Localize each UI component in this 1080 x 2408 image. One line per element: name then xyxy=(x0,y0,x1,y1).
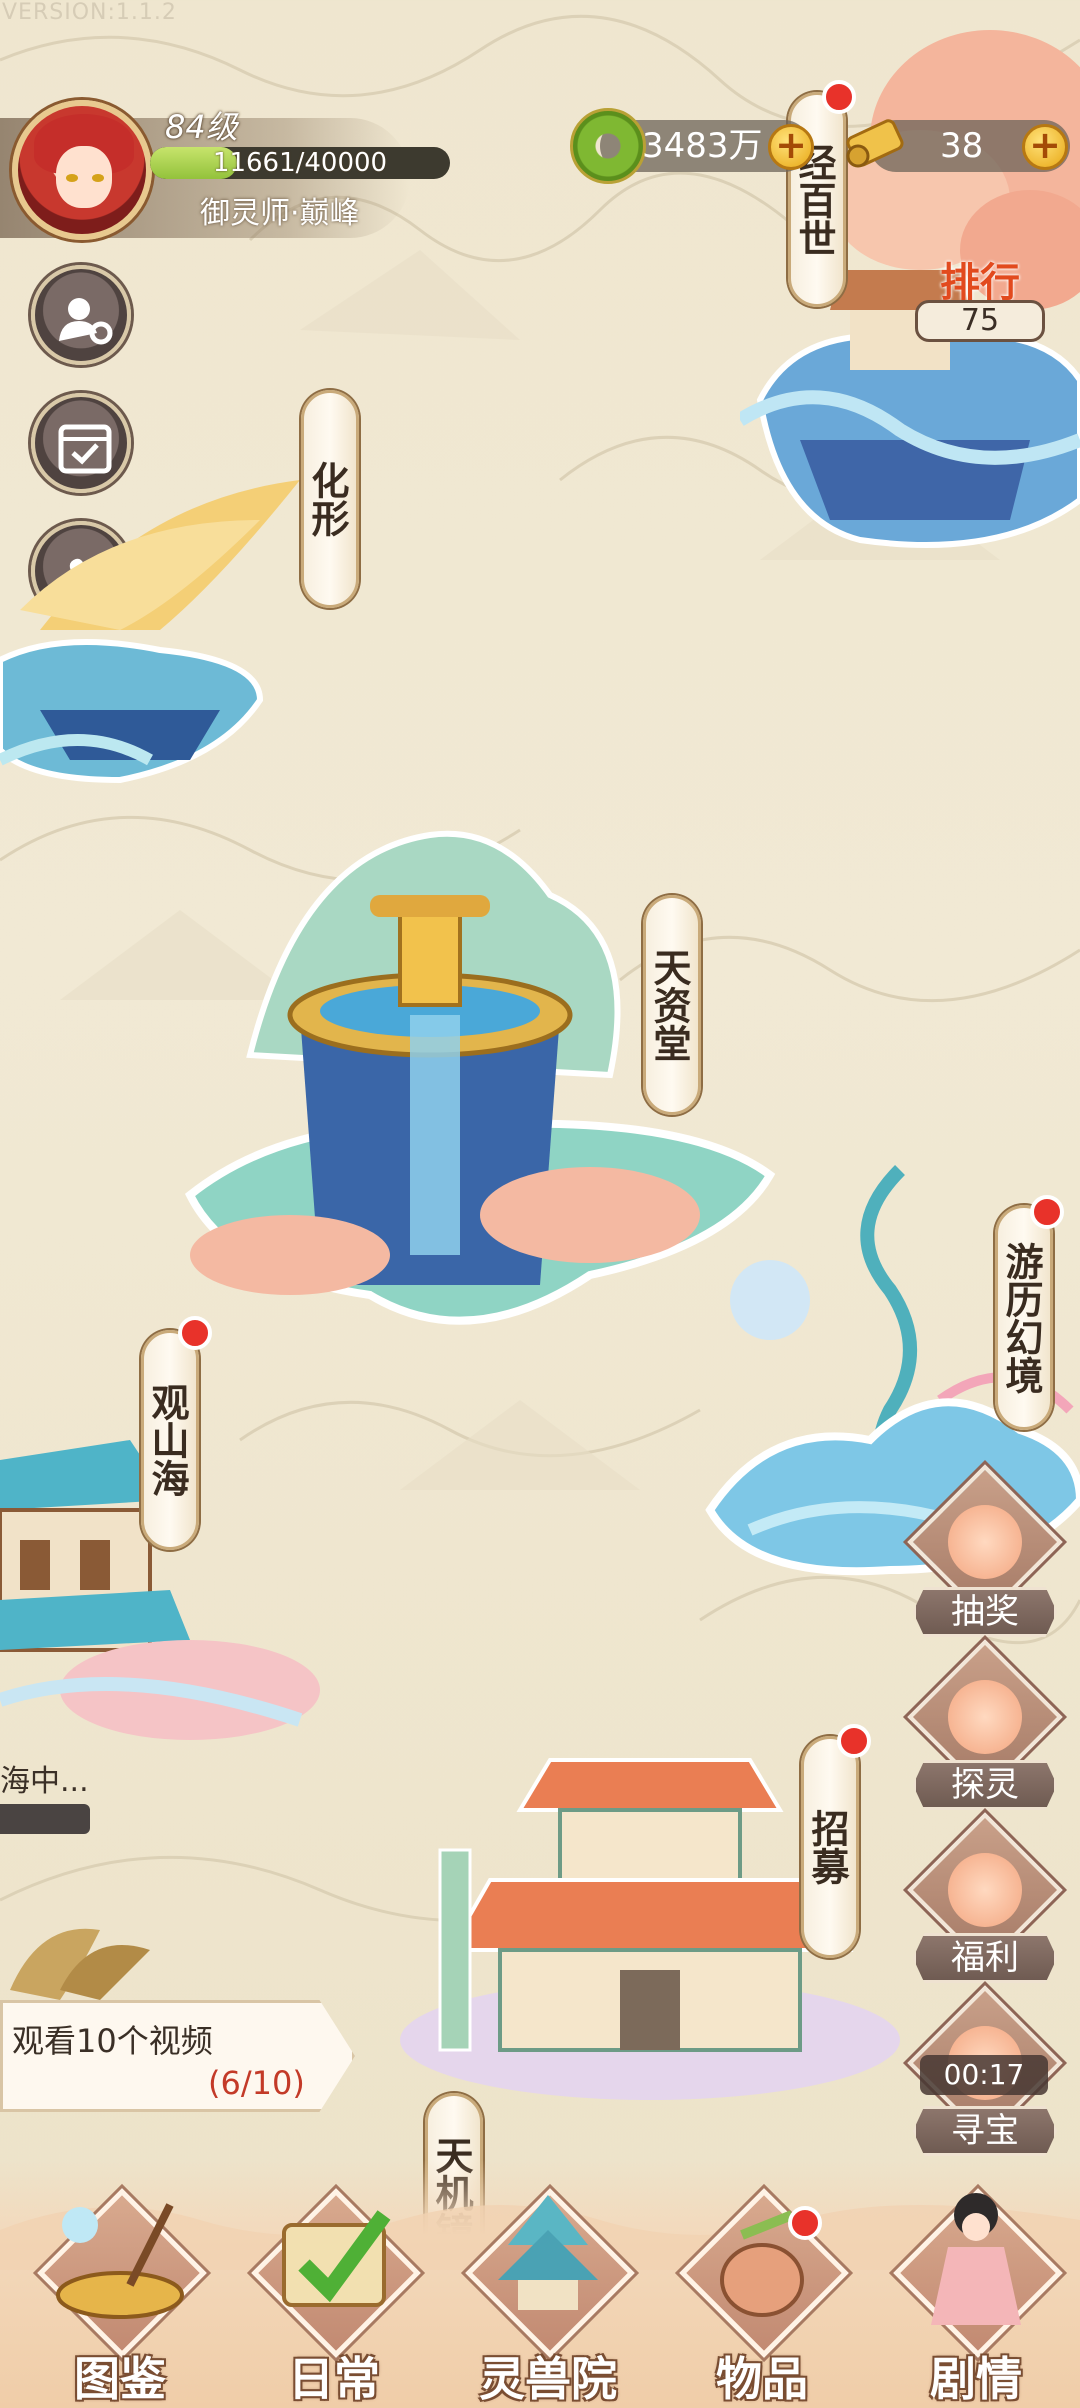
ink-brush-icon xyxy=(56,2203,184,2319)
nav-lingshouyuan[interactable]: 灵兽院 xyxy=(448,2175,648,2406)
label-zhaomu[interactable]: 招募 xyxy=(801,1736,859,1958)
jade-coin-icon xyxy=(570,108,646,184)
left-status-text: 海中... xyxy=(0,1764,89,1799)
jade-amount: 3483万 xyxy=(642,126,763,166)
label-guanshanhai[interactable]: 观山海 xyxy=(141,1330,199,1550)
welfare-label[interactable]: 福利 xyxy=(913,1933,1057,1983)
pagoda-icon xyxy=(498,2195,598,2310)
notification-dot xyxy=(822,80,856,114)
scroll-check-icon xyxy=(282,2210,391,2307)
notification-dot xyxy=(837,1724,871,1758)
treasure-timer: 00:17 xyxy=(920,2055,1048,2095)
nav-label: 剧情 xyxy=(930,2352,1022,2406)
task-progress: (6/10) xyxy=(208,2064,305,2102)
player-avatar[interactable] xyxy=(12,100,152,240)
nav-wupin[interactable]: 物品 xyxy=(662,2175,862,2406)
ranking-value: 75 xyxy=(915,300,1045,342)
fan-decoration xyxy=(10,1928,150,2000)
story-character-icon xyxy=(931,2193,1021,2325)
user-settings-button[interactable] xyxy=(31,265,131,365)
gourd-icon xyxy=(932,1837,1038,1943)
user-settings-icon xyxy=(59,298,113,345)
ranking-label: 排行 xyxy=(940,259,1020,306)
notification-dot xyxy=(788,2206,822,2240)
player-rank-title: 御灵师·巅峰 xyxy=(200,196,360,231)
lottery-label[interactable]: 抽奖 xyxy=(913,1587,1057,1637)
left-status-bar xyxy=(0,1804,90,1834)
add-scroll-button[interactable]: + xyxy=(1022,124,1068,170)
nav-juqing[interactable]: 剧情 xyxy=(876,2175,1076,2406)
nav-label: 图鉴 xyxy=(74,2352,166,2406)
add-jade-button[interactable]: + xyxy=(768,124,814,170)
ranking-badge[interactable]: 排行 xyxy=(920,250,1040,306)
scroll-ticket-icon xyxy=(846,119,904,168)
notification-dot xyxy=(1030,1195,1064,1229)
lottery-wheel-icon xyxy=(932,1489,1038,1595)
huaxing-island[interactable] xyxy=(0,460,300,820)
label-youli[interactable]: 游历幻境 xyxy=(995,1205,1053,1430)
nav-tujian[interactable]: 图鉴 xyxy=(20,2175,220,2406)
explore-label[interactable]: 探灵 xyxy=(913,1760,1057,1810)
xp-text: 11661/40000 xyxy=(212,148,388,178)
version-label: VERSION:1.1.2 xyxy=(2,0,177,25)
task-text: 观看10个视频 xyxy=(12,2022,213,2060)
pouch-icon xyxy=(720,2210,804,2317)
nav-label: 物品 xyxy=(716,2352,808,2406)
nav-richang[interactable]: 日常 xyxy=(234,2175,434,2406)
treasure-label[interactable]: 寻宝 xyxy=(913,2106,1057,2156)
nav-label: 日常 xyxy=(288,2352,380,2406)
scroll-amount: 38 xyxy=(940,126,984,166)
nav-label: 灵兽院 xyxy=(479,2352,617,2406)
notification-dot xyxy=(178,1316,212,1350)
label-tianzitang[interactable]: 天资堂 xyxy=(643,895,701,1115)
player-level: 84级 xyxy=(165,108,238,146)
lotus-icon xyxy=(932,1664,1038,1770)
label-huaxing[interactable]: 化形 xyxy=(301,390,359,608)
